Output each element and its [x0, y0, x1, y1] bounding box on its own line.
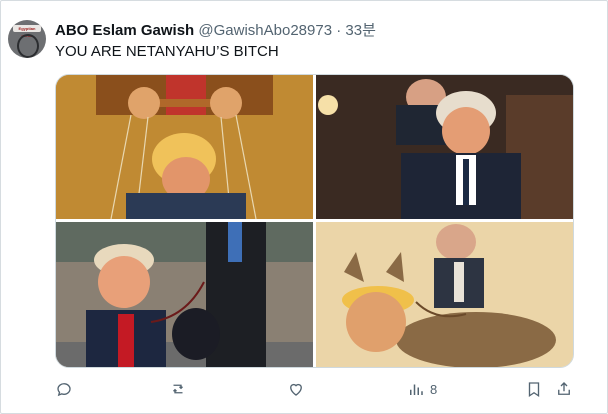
avatar-caption-banner: Egyptian ultras	[13, 25, 41, 38]
bookmark-button[interactable]	[525, 378, 543, 400]
reply-icon	[57, 383, 71, 397]
repost-button[interactable]	[169, 378, 192, 400]
media-image-1[interactable]	[56, 75, 313, 219]
action-bar: 8	[55, 378, 575, 400]
views-button[interactable]: 8	[407, 378, 437, 400]
timestamp[interactable]: 33분	[345, 22, 376, 39]
avatar-emblem	[17, 34, 39, 58]
user-handle[interactable]: @GawishAbo28973	[198, 22, 332, 39]
media-image-2[interactable]	[316, 75, 573, 219]
tweet-header: ABO Eslam Gawish @GawishAbo28973 · 33분	[55, 22, 376, 40]
like-button[interactable]	[287, 378, 310, 400]
views-count: 8	[430, 381, 438, 397]
media-image-4[interactable]	[316, 222, 573, 367]
repost-icon	[173, 384, 183, 394]
heart-icon	[290, 383, 302, 396]
avatar[interactable]: Egyptian ultras	[8, 20, 46, 58]
views-icon	[410, 384, 423, 395]
share-button[interactable]	[555, 378, 573, 400]
display-name[interactable]: ABO Eslam Gawish	[55, 22, 194, 39]
tweet-text: YOU ARE NETANYAHU’S BITCH	[55, 43, 279, 60]
reply-button[interactable]	[55, 378, 78, 400]
bookmark-icon	[528, 382, 540, 398]
separator-dot: ·	[336, 22, 342, 39]
share-icon	[558, 382, 570, 395]
media-image-3[interactable]	[56, 222, 313, 367]
media-grid	[55, 74, 574, 368]
